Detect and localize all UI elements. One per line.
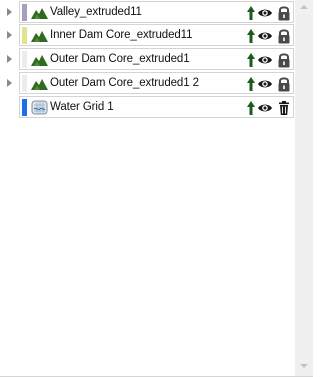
trash-icon[interactable] <box>276 100 292 116</box>
lock-icon[interactable] <box>276 76 292 92</box>
terrain-icon <box>31 55 48 66</box>
expand-arrow-icon[interactable] <box>7 55 12 63</box>
layer-item[interactable]: Inner Dam Core_extruded11 <box>19 24 294 46</box>
layer-row[interactable]: Inner Dam Core_extruded11 <box>0 24 295 47</box>
scroll-up-arrow-icon[interactable] <box>300 5 308 9</box>
lock-icon[interactable] <box>276 52 292 68</box>
terrain-icon <box>31 8 48 19</box>
eye-icon[interactable] <box>257 100 273 116</box>
layer-name: Outer Dam Core_extruded1 2 <box>50 77 199 89</box>
layer-item[interactable]: Outer Dam Core_extruded1 <box>19 48 294 70</box>
layer-color-swatch[interactable] <box>22 4 27 21</box>
eye-icon[interactable] <box>257 28 273 44</box>
layer-row[interactable]: Water Grid 1 <box>0 96 295 119</box>
water-grid-icon <box>31 100 48 115</box>
layer-row[interactable]: Outer Dam Core_extruded1 <box>0 48 295 71</box>
eye-icon[interactable] <box>257 76 273 92</box>
terrain-icon <box>31 31 48 42</box>
eye-icon[interactable] <box>257 5 273 21</box>
expand-arrow-icon[interactable] <box>7 31 12 39</box>
vertical-scrollbar[interactable] <box>295 0 313 376</box>
layer-item[interactable]: Water Grid 1 <box>19 96 294 118</box>
lock-icon[interactable] <box>276 5 292 21</box>
layer-color-swatch[interactable] <box>22 51 27 68</box>
layer-item[interactable]: Outer Dam Core_extruded1 2 <box>19 72 294 94</box>
layer-color-swatch[interactable] <box>22 99 27 116</box>
layer-item[interactable]: Valley_extruded11 <box>19 1 294 23</box>
layer-color-swatch[interactable] <box>22 75 27 92</box>
layer-name: Inner Dam Core_extruded11 <box>50 29 193 41</box>
expand-arrow-icon[interactable] <box>7 8 12 16</box>
layer-row[interactable]: Valley_extruded11 <box>0 1 295 24</box>
expand-arrow-icon[interactable] <box>7 79 12 87</box>
layer-color-swatch[interactable] <box>22 27 27 44</box>
layers-panel: Valley_extruded11 Inner Dam Core_extrude… <box>0 0 313 377</box>
layer-name: Outer Dam Core_extruded1 <box>50 53 190 65</box>
layer-row[interactable]: Outer Dam Core_extruded1 2 <box>0 72 295 95</box>
terrain-icon <box>31 79 48 90</box>
layer-name: Valley_extruded11 <box>50 6 142 18</box>
layer-name: Water Grid 1 <box>50 101 114 113</box>
eye-icon[interactable] <box>257 52 273 68</box>
scroll-down-arrow-icon[interactable] <box>300 364 308 368</box>
lock-icon[interactable] <box>276 28 292 44</box>
